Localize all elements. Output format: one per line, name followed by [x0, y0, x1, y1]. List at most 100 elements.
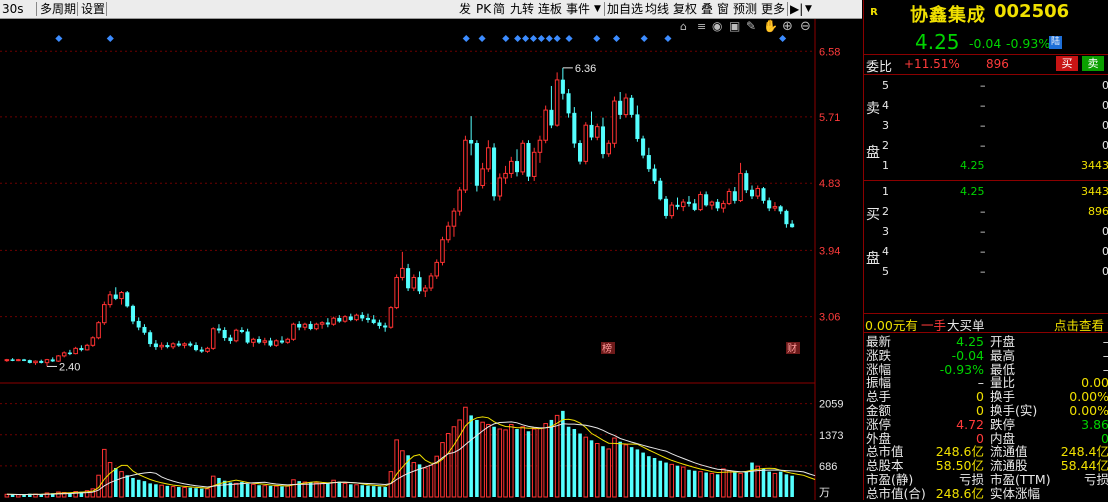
event-diamond-marker [106, 34, 114, 43]
forecast-button[interactable]: 预测 [733, 0, 757, 18]
order-level: 2 [882, 139, 889, 152]
volume-bar-up [554, 414, 560, 498]
volume-bar-down [790, 475, 794, 497]
export-icon[interactable]: ▶| [790, 0, 803, 18]
sell-order-row[interactable]: 1 4.25 3443 [882, 156, 1108, 176]
volume-bar-up [497, 428, 503, 498]
buy-order-row[interactable]: 3 – 0 [882, 222, 1108, 242]
buy-order-row[interactable]: 5 – 0 [882, 262, 1108, 282]
dropdown-arrow-icon[interactable]: ▼ [805, 0, 812, 18]
window-button[interactable]: 窗 [717, 0, 729, 18]
candle-body-up [170, 343, 176, 348]
toolbar-limit-board-button[interactable]: 连板 [538, 0, 562, 18]
event-diamond-marker [593, 34, 601, 43]
candle-body-up [423, 287, 428, 292]
candle-body-up [90, 337, 96, 346]
order-level: 5 [882, 265, 889, 278]
sell-order-row[interactable]: 3 – 0 [882, 116, 1108, 136]
toolbar-divider [106, 2, 107, 16]
order-volume: 0 [1102, 119, 1108, 132]
order-level: 4 [882, 245, 889, 258]
candle-body-up [457, 189, 462, 212]
buy-order-row[interactable]: 4 – 0 [882, 242, 1108, 262]
order-volume: 3443 [1081, 159, 1108, 172]
volume-bar-down [658, 460, 663, 497]
candle-body-up [503, 172, 508, 179]
candle-body-down [222, 329, 227, 339]
volume-bar-down [744, 471, 749, 497]
order-level: 1 [882, 159, 889, 172]
candle-body-down [153, 343, 158, 348]
sell-side-label: 卖盘 [866, 98, 880, 164]
order-volume: 0 [1102, 139, 1108, 152]
buy-button[interactable]: 买 [1056, 56, 1078, 71]
toolbar-nine-turn-button[interactable]: 九转 [510, 0, 534, 18]
order-price: 4.25 [960, 185, 985, 198]
price-tick-label: 3.06 [819, 312, 840, 324]
buy-order-row[interactable]: 1 4.25 3443 [882, 182, 1108, 202]
moving-average-button[interactable]: 均线 [645, 0, 669, 18]
volume-bar-up [583, 436, 589, 498]
settings-button[interactable]: 设置 [81, 0, 105, 18]
multi-period-button[interactable]: 多周期 [40, 0, 76, 18]
candle-body-up [583, 124, 589, 162]
candle-body-up [291, 323, 296, 340]
kline-chart[interactable]: 6.362.40榜财 6.585.714.833.943.06205913736… [0, 19, 862, 500]
toolbar-events-button[interactable]: 事件 [566, 0, 590, 18]
candle-body-down [193, 345, 199, 351]
volume-bar-down [142, 481, 147, 497]
add-watchlist-button[interactable]: 加自选 [607, 0, 643, 18]
connect-badge: 陆 [1049, 36, 1062, 49]
event-markers: 6.36 2.40 榜 财 [46, 34, 800, 373]
sell-order-row[interactable]: 4 – 0 [882, 96, 1108, 116]
sell-button[interactable]: 卖 [1082, 56, 1104, 71]
candle-body-up [273, 340, 279, 346]
volume-tick-label: 2059 [819, 399, 843, 411]
volume-bar-down [618, 441, 622, 497]
candle-body-down [600, 126, 606, 155]
candle-body-down [589, 124, 594, 138]
low-price-label: 2.40 [59, 361, 80, 373]
dropdown-arrow-icon[interactable]: ▼ [594, 0, 601, 18]
price-tick-label: 5.71 [819, 112, 840, 124]
order-price: – [980, 99, 986, 112]
candle-body-up [331, 317, 336, 325]
candle-body-up [44, 359, 50, 364]
candle-body-down [67, 352, 72, 355]
period-30s-button[interactable]: 30s [2, 0, 24, 18]
toolbar-simple-button[interactable]: 简 [493, 0, 505, 18]
candle-body-up [623, 97, 629, 116]
volume-bar-up [772, 472, 778, 498]
candle-body-up [497, 177, 503, 197]
adjust-button[interactable]: 复权 [673, 0, 697, 18]
candle-body-down [199, 349, 204, 352]
candle-body-down [761, 188, 766, 201]
volume-bar-down [750, 462, 754, 497]
sell-order-row[interactable]: 5 – 0 [882, 76, 1108, 96]
sell-order-row[interactable]: 2 – 0 [882, 136, 1108, 156]
volume-bar-down [715, 474, 720, 497]
candle-body-up [698, 194, 703, 211]
candle-body-up [302, 323, 308, 328]
toolbar-pk-button[interactable]: PK [476, 0, 491, 18]
volume-bar-up [721, 468, 726, 498]
stat-label: 总市值(合) [866, 485, 926, 501]
candle-body-up [319, 322, 325, 325]
order-price: – [980, 205, 986, 218]
volume-bar-up [233, 482, 239, 498]
candle-body-up [107, 294, 113, 306]
toolbar-fa-button[interactable]: 发 [459, 0, 471, 18]
event-diamond-marker [502, 34, 510, 43]
volume-bar-down [240, 482, 244, 497]
candle-body-down [629, 97, 634, 115]
volume-bar-down [194, 488, 198, 497]
candle-body-up [428, 275, 434, 289]
volume-bar-up [440, 442, 445, 498]
candle-body-down [704, 194, 709, 206]
buy-order-row[interactable]: 2 – 896 [882, 202, 1108, 222]
volume-bar-down [687, 469, 691, 497]
more-button[interactable]: 更多 [761, 0, 785, 18]
volume-bar-up [285, 485, 291, 498]
volume-bar-down [280, 486, 284, 497]
overlay-button[interactable]: 叠 [701, 0, 713, 18]
